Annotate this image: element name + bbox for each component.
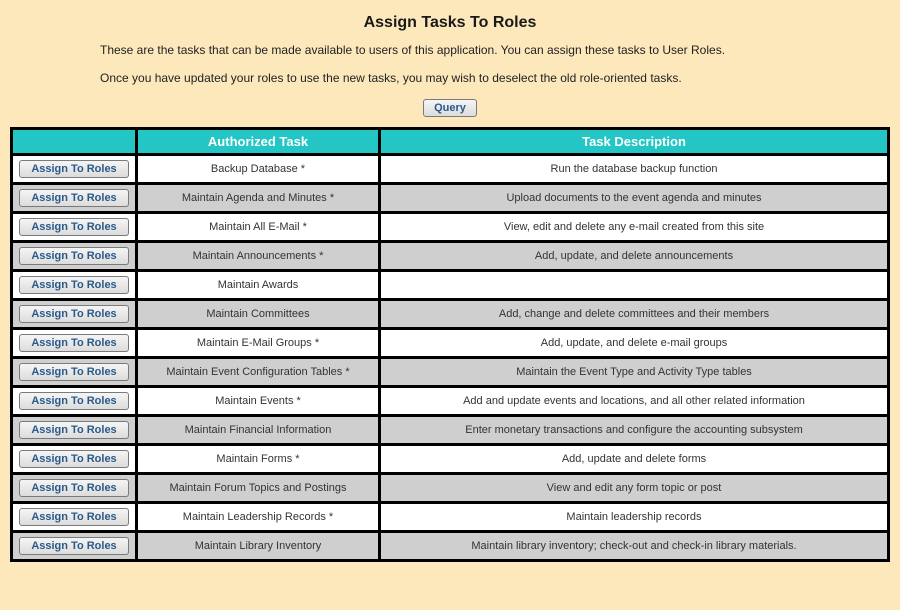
cell-desc: Run the database backup function	[381, 156, 887, 182]
intro-paragraph-1: These are the tasks that can be made ava…	[100, 42, 800, 58]
table-row: Assign To Roles Maintain Financial Inform…	[13, 417, 887, 443]
assign-to-roles-button[interactable]: Assign To Roles	[19, 450, 129, 468]
cell-task: Maintain Announcements *	[138, 243, 378, 269]
cell-action: Assign To Roles	[13, 475, 135, 501]
cell-desc: View, edit and delete any e-mail created…	[381, 214, 887, 240]
cell-desc: Enter monetary transactions and configur…	[381, 417, 887, 443]
cell-task: Maintain Forms *	[138, 446, 378, 472]
cell-desc: Add, update, and delete e-mail groups	[381, 330, 887, 356]
cell-desc: Upload documents to the event agenda and…	[381, 185, 887, 211]
table-row: Assign To Roles Maintain Forum Topics and…	[13, 475, 887, 501]
assign-to-roles-button[interactable]: Assign To Roles	[19, 218, 129, 236]
cell-desc: Add and update events and locations, and…	[381, 388, 887, 414]
cell-desc: View and edit any form topic or post	[381, 475, 887, 501]
cell-task: Maintain Committees	[138, 301, 378, 327]
cell-desc: Add, update and delete forms	[381, 446, 887, 472]
table-row: Assign To Roles Maintain Library Inventor…	[13, 533, 887, 559]
cell-action: Assign To Roles	[13, 272, 135, 298]
table-row: Assign To Roles Maintain Agenda and Minut…	[13, 185, 887, 211]
table-row: Assign To Roles Maintain Events *Add and …	[13, 388, 887, 414]
cell-action: Assign To Roles	[13, 330, 135, 356]
cell-action: Assign To Roles	[13, 533, 135, 559]
cell-task: Maintain Financial Information	[138, 417, 378, 443]
assign-to-roles-button[interactable]: Assign To Roles	[19, 189, 129, 207]
cell-task: Backup Database *	[138, 156, 378, 182]
tasks-table: Authorized Task Task Description Assign …	[10, 127, 890, 562]
assign-to-roles-button[interactable]: Assign To Roles	[19, 537, 129, 555]
assign-to-roles-button[interactable]: Assign To Roles	[19, 305, 129, 323]
col-action	[13, 130, 135, 153]
cell-action: Assign To Roles	[13, 214, 135, 240]
assign-to-roles-button[interactable]: Assign To Roles	[19, 160, 129, 178]
assign-to-roles-button[interactable]: Assign To Roles	[19, 392, 129, 410]
assign-to-roles-button[interactable]: Assign To Roles	[19, 479, 129, 497]
page-title: Assign Tasks To Roles	[10, 14, 890, 32]
cell-task: Maintain E-Mail Groups *	[138, 330, 378, 356]
cell-desc: Maintain leadership records	[381, 504, 887, 530]
assign-to-roles-button[interactable]: Assign To Roles	[19, 334, 129, 352]
cell-desc: Maintain library inventory; check-out an…	[381, 533, 887, 559]
cell-action: Assign To Roles	[13, 446, 135, 472]
cell-desc: Add, update, and delete announcements	[381, 243, 887, 269]
cell-action: Assign To Roles	[13, 359, 135, 385]
cell-action: Assign To Roles	[13, 388, 135, 414]
cell-task: Maintain Events *	[138, 388, 378, 414]
cell-task: Maintain Agenda and Minutes *	[138, 185, 378, 211]
table-row: Assign To Roles Maintain CommitteesAdd, c…	[13, 301, 887, 327]
assign-to-roles-button[interactable]: Assign To Roles	[19, 247, 129, 265]
cell-task: Maintain Event Configuration Tables *	[138, 359, 378, 385]
cell-action: Assign To Roles	[13, 243, 135, 269]
table-row: Assign To Roles Backup Database *Run the …	[13, 156, 887, 182]
assign-to-roles-button[interactable]: Assign To Roles	[19, 421, 129, 439]
cell-action: Assign To Roles	[13, 504, 135, 530]
intro-block: These are the tasks that can be made ava…	[100, 42, 800, 86]
table-row: Assign To Roles Maintain Event Configurat…	[13, 359, 887, 385]
intro-paragraph-2: Once you have updated your roles to use …	[100, 70, 800, 86]
table-row: Assign To Roles Maintain E-Mail Groups *A…	[13, 330, 887, 356]
cell-desc	[381, 272, 887, 298]
table-row: Assign To Roles Maintain Forms *Add, upda…	[13, 446, 887, 472]
table-row: Assign To Roles Maintain Leadership Recor…	[13, 504, 887, 530]
assign-to-roles-button[interactable]: Assign To Roles	[19, 363, 129, 381]
cell-task: Maintain Awards	[138, 272, 378, 298]
assign-to-roles-button[interactable]: Assign To Roles	[19, 276, 129, 294]
assign-to-roles-button[interactable]: Assign To Roles	[19, 508, 129, 526]
cell-task: Maintain All E-Mail *	[138, 214, 378, 240]
table-row: Assign To Roles Maintain All E-Mail *View…	[13, 214, 887, 240]
cell-action: Assign To Roles	[13, 156, 135, 182]
cell-task: Maintain Forum Topics and Postings	[138, 475, 378, 501]
cell-desc: Add, change and delete committees and th…	[381, 301, 887, 327]
table-row: Assign To Roles Maintain Awards	[13, 272, 887, 298]
query-button[interactable]: Query	[423, 99, 477, 117]
cell-action: Assign To Roles	[13, 185, 135, 211]
cell-desc: Maintain the Event Type and Activity Typ…	[381, 359, 887, 385]
col-desc: Task Description	[381, 130, 887, 153]
col-task: Authorized Task	[138, 130, 378, 153]
cell-task: Maintain Library Inventory	[138, 533, 378, 559]
cell-action: Assign To Roles	[13, 417, 135, 443]
table-row: Assign To Roles Maintain Announcements *A…	[13, 243, 887, 269]
cell-action: Assign To Roles	[13, 301, 135, 327]
cell-task: Maintain Leadership Records *	[138, 504, 378, 530]
